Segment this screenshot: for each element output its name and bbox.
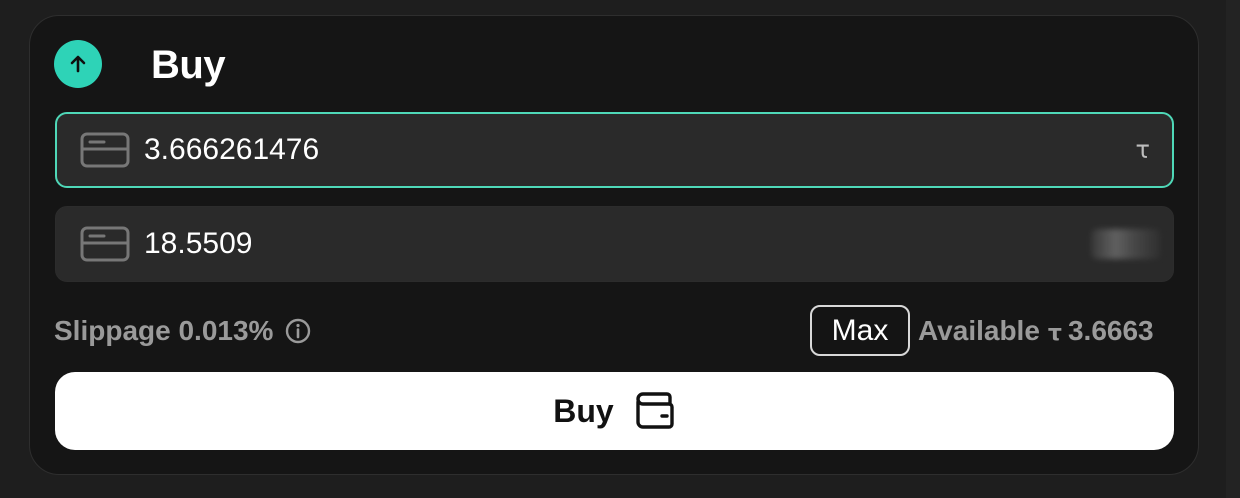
available-label: Available xyxy=(918,315,1040,346)
max-button[interactable]: Max xyxy=(810,305,910,356)
panel-title: Buy xyxy=(151,43,226,87)
page-background-strip xyxy=(1226,0,1240,498)
token-icon xyxy=(1091,229,1161,259)
buy-button-label: Buy xyxy=(553,392,614,429)
receive-amount-input[interactable] xyxy=(144,207,1044,281)
available-balance: Available τ 3.6663 xyxy=(918,311,1154,351)
arrow-up-icon xyxy=(54,40,102,88)
pay-amount-field[interactable]: τ xyxy=(55,112,1174,188)
slippage-text: Slippage 0.013% xyxy=(54,315,274,346)
wallet-icon xyxy=(636,392,674,429)
card-icon xyxy=(80,226,130,262)
card-icon xyxy=(80,132,130,168)
info-icon[interactable] xyxy=(285,318,311,344)
slippage-info: Slippage 0.013% xyxy=(54,311,311,351)
pay-amount-input[interactable] xyxy=(144,114,1044,186)
available-amount: 3.6663 xyxy=(1067,315,1154,346)
tao-currency-symbol: τ xyxy=(1135,135,1150,164)
receive-amount-field[interactable] xyxy=(55,206,1174,282)
buy-button[interactable]: Buy xyxy=(55,372,1174,450)
tao-currency-symbol: τ xyxy=(1047,321,1062,346)
